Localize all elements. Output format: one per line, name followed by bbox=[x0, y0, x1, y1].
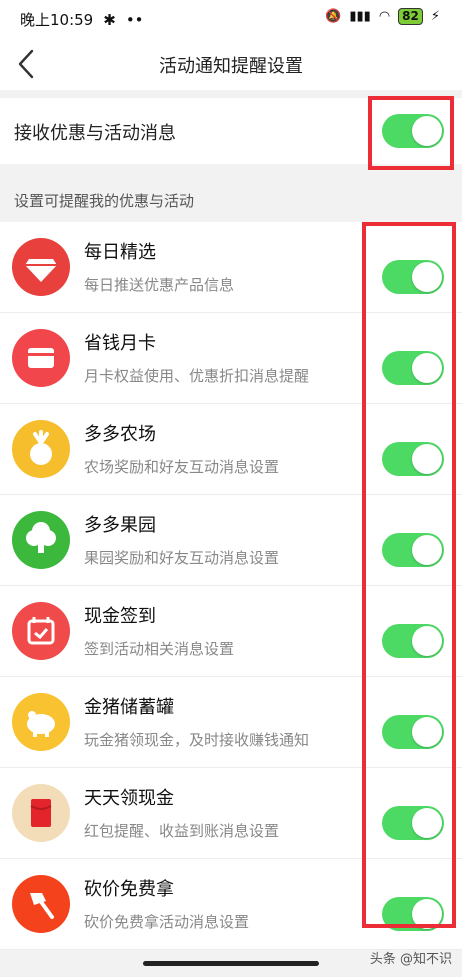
toggle-knob bbox=[412, 717, 442, 747]
bluetooth-icon: ✱ bbox=[103, 10, 116, 29]
receive-promotions-label: 接收优惠与活动消息 bbox=[14, 123, 176, 144]
page-title: 活动通知提醒设置 bbox=[159, 56, 303, 77]
cash-checkin-toggle[interactable] bbox=[382, 624, 444, 658]
list-item-cash-checkin: 现金签到 签到活动相关消息设置 bbox=[0, 586, 462, 677]
tree-icon bbox=[12, 511, 70, 569]
item-title: 多多果园 bbox=[84, 515, 156, 536]
charging-icon: ⚡ bbox=[430, 9, 440, 24]
toggle-knob bbox=[412, 535, 442, 565]
status-bar: 晚上10:59 ✱ •• 🔕 ▮▮▮ ◠ 82 ⚡ bbox=[0, 0, 462, 38]
daily-picks-toggle[interactable] bbox=[382, 260, 444, 294]
calendar-icon bbox=[12, 602, 70, 660]
toggle-knob bbox=[412, 899, 442, 929]
section-label: 设置可提醒我的优惠与活动 bbox=[14, 192, 195, 210]
bargain-toggle[interactable] bbox=[382, 897, 444, 931]
diamond-icon bbox=[12, 238, 70, 296]
toggle-knob bbox=[412, 353, 442, 383]
axe-icon bbox=[12, 875, 70, 933]
nav-bar: 活动通知提醒设置 bbox=[0, 38, 462, 90]
more-dots-icon: •• bbox=[125, 10, 144, 29]
item-title: 多多农场 bbox=[84, 424, 156, 445]
activity-list: 每日精选 每日推送优惠产品信息 省钱月卡 月卡权益使用、优惠折扣消息提醒 多多农… bbox=[0, 222, 462, 950]
signal-icon: ▮▮▮ bbox=[349, 9, 371, 24]
red-envelope-icon bbox=[12, 784, 70, 842]
piggy-bank-icon bbox=[12, 693, 70, 751]
status-time: 晚上10:59 bbox=[20, 11, 94, 29]
item-title: 每日精选 bbox=[84, 242, 156, 263]
item-title: 金猪储蓄罐 bbox=[84, 697, 174, 718]
list-item-piggy-bank: 金猪储蓄罐 玩金猪领现金，及时接收赚钱通知 bbox=[0, 677, 462, 768]
item-title: 省钱月卡 bbox=[84, 333, 156, 354]
item-subtitle: 玩金猪领现金，及时接收赚钱通知 bbox=[84, 731, 310, 749]
item-subtitle: 红包提醒、收益到账消息设置 bbox=[84, 822, 280, 840]
orchard-toggle[interactable] bbox=[382, 533, 444, 567]
list-item-monthly-card: 省钱月卡 月卡权益使用、优惠折扣消息提醒 bbox=[0, 313, 462, 404]
list-item-orchard: 多多果园 果园奖励和好友互动消息设置 bbox=[0, 495, 462, 586]
item-title: 砍价免费拿 bbox=[84, 879, 174, 900]
receive-promotions-row: 接收优惠与活动消息 bbox=[0, 98, 462, 164]
list-item-bargain: 砍价免费拿 砍价免费拿活动消息设置 bbox=[0, 859, 462, 950]
piggy-bank-toggle[interactable] bbox=[382, 715, 444, 749]
wifi-icon: ◠ bbox=[378, 9, 391, 24]
battery-level: 82 bbox=[398, 8, 423, 25]
item-subtitle: 果园奖励和好友互动消息设置 bbox=[84, 549, 280, 567]
item-subtitle: 砍价免费拿活动消息设置 bbox=[84, 913, 250, 931]
item-subtitle: 农场奖励和好友互动消息设置 bbox=[84, 458, 280, 476]
receive-promotions-toggle[interactable] bbox=[382, 114, 444, 148]
toggle-knob bbox=[412, 444, 442, 474]
toggle-knob bbox=[412, 116, 442, 146]
item-subtitle: 每日推送优惠产品信息 bbox=[84, 276, 235, 294]
radish-icon bbox=[12, 420, 70, 478]
toggle-knob bbox=[412, 808, 442, 838]
toggle-knob bbox=[412, 262, 442, 292]
watermark: 头条 @知不识 bbox=[369, 952, 452, 967]
item-subtitle: 签到活动相关消息设置 bbox=[84, 640, 235, 658]
list-item-farm: 多多农场 农场奖励和好友互动消息设置 bbox=[0, 404, 462, 495]
list-item-daily-picks: 每日精选 每日推送优惠产品信息 bbox=[0, 222, 462, 313]
card-icon bbox=[12, 329, 70, 387]
home-indicator[interactable] bbox=[143, 961, 319, 966]
toggle-knob bbox=[412, 626, 442, 656]
daily-cash-toggle[interactable] bbox=[382, 806, 444, 840]
item-subtitle: 月卡权益使用、优惠折扣消息提醒 bbox=[84, 367, 310, 385]
list-item-daily-cash: 天天领现金 红包提醒、收益到账消息设置 bbox=[0, 768, 462, 859]
mute-icon: 🔕 bbox=[325, 9, 342, 24]
item-title: 天天领现金 bbox=[84, 788, 174, 809]
farm-toggle[interactable] bbox=[382, 442, 444, 476]
monthly-card-toggle[interactable] bbox=[382, 351, 444, 385]
item-title: 现金签到 bbox=[84, 606, 156, 627]
